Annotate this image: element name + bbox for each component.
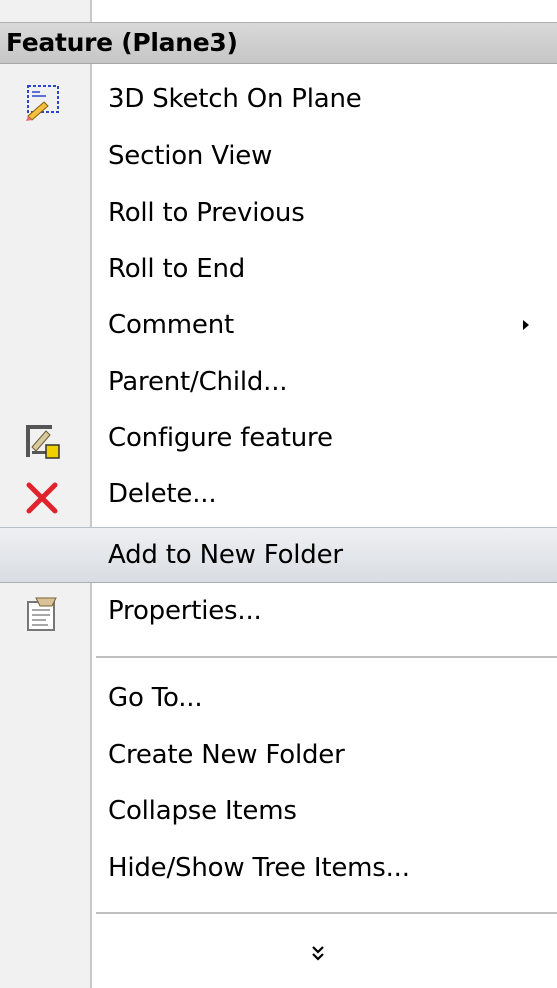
menu-item-label: Configure feature	[108, 423, 333, 453]
menu-item-3d-sketch-on-plane[interactable]: 3D Sketch On Plane	[0, 72, 557, 128]
menu-item-label: Collapse Items	[108, 796, 297, 826]
double-chevron-down-icon	[312, 946, 324, 961]
menu-header: Feature (Plane3)	[0, 22, 557, 64]
menu-item-parent-child[interactable]: Parent/Child...	[0, 355, 557, 411]
menu-item-label: Delete...	[108, 479, 217, 509]
menu-item-label: Go To...	[108, 683, 203, 713]
menu-item-label: Roll to Previous	[108, 198, 305, 228]
menu-separator	[96, 656, 557, 658]
menu-item-label: Parent/Child...	[108, 367, 288, 397]
submenu-arrow-icon	[523, 320, 529, 330]
menu-item-label: Roll to End	[108, 254, 246, 284]
context-menu: Feature (Plane3) 3D Sketch On Plane Sect…	[0, 0, 557, 988]
delete-icon	[26, 482, 58, 514]
menu-item-comment[interactable]: Comment	[0, 298, 557, 354]
menu-separator	[96, 912, 557, 914]
menu-item-hide-show-tree-items[interactable]: Hide/Show Tree Items...	[0, 841, 557, 897]
sketch-on-plane-icon	[26, 85, 59, 121]
menu-item-label: Properties...	[108, 596, 262, 626]
properties-icon	[27, 597, 57, 631]
menu-item-configure-feature[interactable]: Configure feature	[0, 411, 557, 467]
configure-feature-icon	[26, 425, 60, 459]
menu-item-label: Comment	[108, 310, 234, 340]
menu-item-label: Add to New Folder	[108, 540, 343, 570]
expand-menu-button[interactable]	[0, 936, 557, 988]
menu-item-add-to-new-folder[interactable]: Add to New Folder	[0, 527, 557, 583]
menu-item-label: Section View	[108, 141, 273, 171]
menu-item-create-new-folder[interactable]: Create New Folder	[0, 728, 557, 784]
menu-item-label: Create New Folder	[108, 740, 345, 770]
menu-item-label: 3D Sketch On Plane	[108, 84, 362, 114]
menu-item-collapse-items[interactable]: Collapse Items	[0, 784, 557, 840]
menu-item-properties[interactable]: Properties...	[0, 584, 557, 640]
menu-item-go-to[interactable]: Go To...	[0, 671, 557, 727]
menu-item-roll-to-end[interactable]: Roll to End	[0, 242, 557, 298]
menu-item-section-view[interactable]: Section View	[0, 129, 557, 185]
menu-item-delete[interactable]: Delete...	[0, 467, 557, 523]
menu-header-title: Feature (Plane3)	[6, 28, 238, 57]
menu-item-label: Hide/Show Tree Items...	[108, 853, 410, 883]
menu-item-roll-to-previous[interactable]: Roll to Previous	[0, 186, 557, 242]
